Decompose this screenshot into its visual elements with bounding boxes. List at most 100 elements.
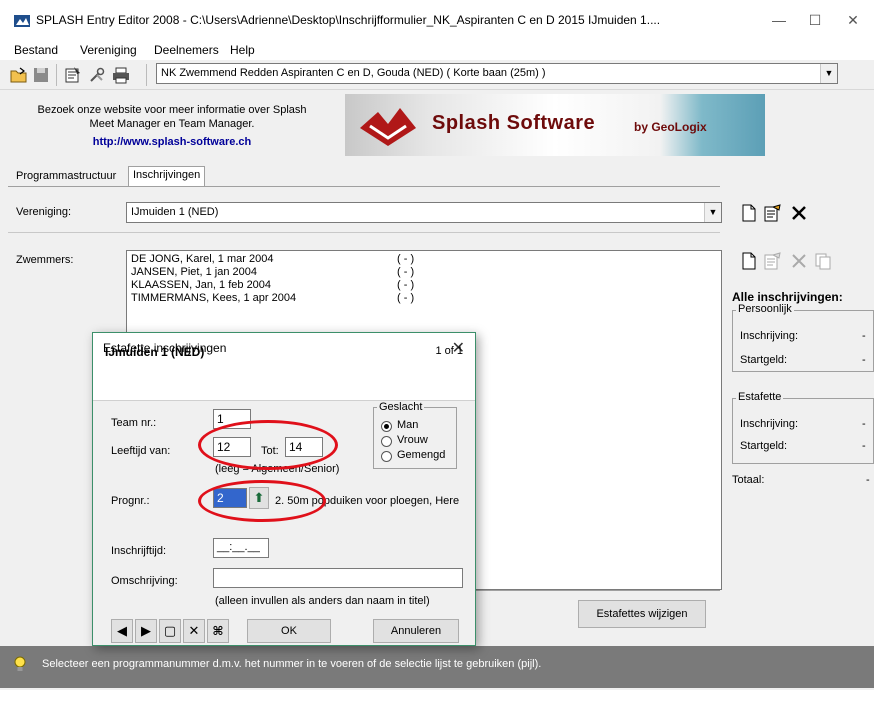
edit-document-icon[interactable] bbox=[764, 204, 782, 222]
prognr-input[interactable]: 2 bbox=[213, 488, 247, 508]
swimmer-row[interactable]: JANSEN, Piet, 1 jan 2004 bbox=[131, 266, 257, 278]
estafette-inschrijving-label: Inschrijving: bbox=[740, 418, 799, 430]
swimmer-status: ( - ) bbox=[397, 266, 415, 278]
estafettes-wijzigen-button[interactable]: Estafettes wijzigen bbox=[578, 600, 706, 628]
swimmer-status: ( - ) bbox=[397, 253, 415, 265]
persoonlijk-title: Persoonlijk bbox=[736, 303, 794, 315]
banner-text-line2: Meet Manager en Team Manager. bbox=[89, 118, 255, 130]
properties-icon[interactable] bbox=[64, 66, 82, 84]
persoonlijk-startgeld-value: - bbox=[862, 354, 866, 366]
delete-icon[interactable] bbox=[790, 252, 808, 270]
all-entries-heading: Alle inschrijvingen: bbox=[732, 290, 843, 304]
geslacht-title: Geslacht bbox=[377, 401, 425, 413]
maximize-button[interactable]: ☐ bbox=[800, 8, 830, 32]
totaal-label: Totaal: bbox=[732, 474, 765, 486]
persoonlijk-inschrijving-value: - bbox=[862, 330, 866, 342]
section-divider bbox=[8, 232, 720, 233]
swimmer-status: ( - ) bbox=[397, 279, 415, 291]
vereniging-value: IJmuiden 1 (NED) bbox=[131, 206, 219, 218]
swimmer-name: KLAASSEN, Jan, 1 feb 2004 bbox=[131, 279, 272, 291]
toolbar-divider bbox=[56, 64, 57, 86]
leeftijd-tot-input[interactable]: 14 bbox=[285, 437, 323, 457]
dialog-team-name: IJmuiden 1 (NED) bbox=[105, 345, 205, 359]
geslacht-gemengd-radio[interactable] bbox=[381, 451, 392, 462]
banner-by: by GeoLogix bbox=[634, 120, 707, 134]
chevron-down-icon[interactable]: ▼ bbox=[704, 203, 721, 222]
team-nr-input[interactable]: 1 bbox=[213, 409, 251, 429]
persoonlijk-inschrijving-label: Inschrijving: bbox=[740, 330, 799, 342]
geslacht-vrouw-label: Vrouw bbox=[397, 434, 428, 446]
close-window-button[interactable]: ✕ bbox=[838, 8, 868, 32]
binoculars-icon[interactable]: ⌘ bbox=[207, 619, 229, 643]
delete-icon[interactable] bbox=[790, 204, 808, 222]
banner-brand: Splash Software bbox=[432, 112, 596, 134]
menu-deelnemers[interactable]: Deelnemers bbox=[154, 43, 219, 57]
swimmer-status: ( - ) bbox=[397, 292, 415, 304]
vereniging-select[interactable]: IJmuiden 1 (NED) ▼ bbox=[126, 202, 722, 223]
leeftijd-van-input[interactable]: 12 bbox=[213, 437, 251, 457]
estafette-startgeld-label: Startgeld: bbox=[740, 440, 788, 452]
menu-help[interactable]: Help bbox=[230, 43, 255, 57]
copy-icon[interactable] bbox=[814, 252, 832, 270]
chevron-down-icon[interactable]: ▼ bbox=[820, 64, 837, 83]
open-folder-icon[interactable] bbox=[10, 66, 28, 84]
new-document-icon[interactable] bbox=[740, 252, 758, 270]
status-text: Selecteer een programmanummer d.m.v. het… bbox=[42, 658, 542, 670]
toolbar-divider bbox=[146, 64, 147, 86]
lightbulb-icon bbox=[14, 656, 26, 671]
omschrijving-hint: (alleen invullen als anders dan naam in … bbox=[215, 595, 430, 607]
geslacht-man-label: Man bbox=[397, 419, 419, 431]
window-title: SPLASH Entry Editor 2008 - C:\Users\Adri… bbox=[36, 13, 661, 27]
new-document-icon[interactable] bbox=[740, 204, 758, 222]
tab-divider bbox=[8, 186, 720, 187]
menu-vereniging[interactable]: Vereniging bbox=[80, 43, 137, 57]
splash-app-icon bbox=[14, 15, 30, 27]
bottom-strip bbox=[0, 690, 874, 706]
swimmer-row[interactable]: TIMMERMANS, Kees, 1 apr 2004 bbox=[131, 292, 296, 304]
estafette-dialog: Estafette inschrijvingen ✕ IJmuiden 1 (N… bbox=[92, 332, 476, 646]
delete-icon[interactable]: ✕ bbox=[183, 619, 205, 643]
menu-bestand[interactable]: Bestand bbox=[14, 43, 58, 57]
estafette-startgeld-value: - bbox=[862, 440, 866, 452]
tot-label: Tot: bbox=[261, 445, 279, 457]
banner-text-line1: Bezoek onze website voor meer informatie… bbox=[37, 104, 307, 116]
website-link[interactable]: http://www.splash-software.ch bbox=[12, 136, 332, 148]
prognr-label: Prognr.: bbox=[111, 495, 150, 507]
totaal-value: - bbox=[866, 474, 870, 486]
prognr-description: 2. 50m popduiken voor ploegen, Here bbox=[275, 495, 460, 507]
inschrijftijd-input[interactable]: __:__.__ bbox=[213, 538, 269, 558]
new-document-icon[interactable]: ▢ bbox=[159, 619, 181, 643]
cancel-button[interactable]: Annuleren bbox=[373, 619, 459, 643]
minimize-button[interactable]: — bbox=[764, 8, 794, 32]
meet-select[interactable]: NK Zwemmend Redden Aspiranten C en D, Go… bbox=[156, 63, 838, 84]
tab-programmastructuur[interactable]: Programmastructuur bbox=[12, 168, 120, 186]
dialog-header bbox=[93, 363, 475, 401]
omschrijving-input[interactable] bbox=[213, 568, 463, 588]
swimmer-row[interactable]: DE JONG, Karel, 1 mar 2004 bbox=[131, 253, 273, 265]
swimmer-row[interactable]: KLAASSEN, Jan, 1 feb 2004 bbox=[131, 279, 271, 291]
geslacht-vrouw-radio[interactable] bbox=[381, 436, 392, 447]
edit-document-icon[interactable] bbox=[764, 252, 782, 270]
geslacht-gemengd-label: Gemengd bbox=[397, 449, 446, 461]
swimmer-name: DE JONG, Karel, 1 mar 2004 bbox=[131, 253, 274, 265]
app-window: SPLASH Entry Editor 2008 - C:\Users\Adri… bbox=[0, 0, 874, 706]
swimmer-name: JANSEN, Piet, 1 jan 2004 bbox=[131, 266, 257, 278]
swimmer-name: TIMMERMANS, Kees, 1 apr 2004 bbox=[131, 292, 297, 304]
arrow-right-icon[interactable]: ▶ bbox=[135, 619, 157, 643]
estafette-inschrijving-value: - bbox=[862, 418, 866, 430]
ok-button[interactable]: OK bbox=[247, 619, 331, 643]
meet-select-value: NK Zwemmend Redden Aspiranten C en D, Go… bbox=[161, 67, 546, 79]
arrow-up-icon[interactable]: ⬆ bbox=[249, 487, 269, 509]
estafette-group bbox=[732, 398, 874, 464]
estafette-title: Estafette bbox=[736, 391, 784, 403]
inschrijftijd-label: Inschrijftijd: bbox=[111, 545, 167, 557]
omschrijving-label: Omschrijving: bbox=[111, 575, 178, 587]
geslacht-man-radio[interactable] bbox=[381, 421, 392, 432]
print-icon[interactable] bbox=[112, 66, 130, 84]
tools-icon[interactable] bbox=[88, 66, 106, 84]
persoonlijk-startgeld-label: Startgeld: bbox=[740, 354, 788, 366]
leeg-hint: (leeg = Algemeen/Senior) bbox=[215, 463, 340, 475]
arrow-left-icon[interactable]: ◀ bbox=[111, 619, 133, 643]
tab-inschrijvingen[interactable]: Inschrijvingen bbox=[128, 166, 206, 186]
save-icon[interactable] bbox=[32, 66, 50, 84]
